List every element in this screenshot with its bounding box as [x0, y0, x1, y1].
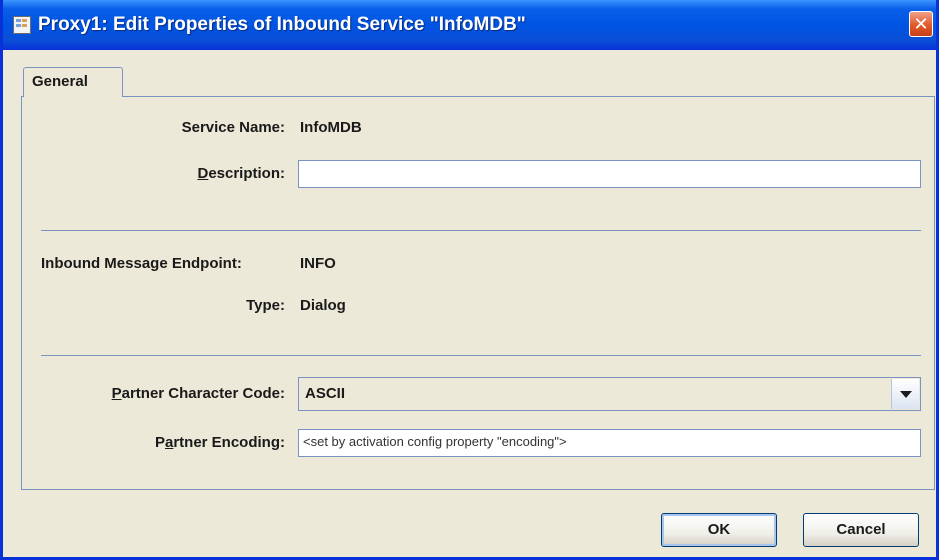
app-window-icon: [13, 16, 31, 34]
close-icon[interactable]: ✕: [909, 11, 933, 37]
partner-character-code-label: Partner Character Code:: [111, 385, 285, 402]
partner-character-code-value: ASCII: [305, 385, 346, 402]
service-name-label: Service Name:: [181, 119, 285, 136]
dropdown-arrow-icon[interactable]: [891, 379, 919, 409]
endpoint-value: INFO: [300, 255, 336, 272]
cancel-button[interactable]: Cancel: [803, 513, 919, 547]
endpoint-label: Inbound Message Endpoint:: [41, 255, 242, 272]
dialog-window: Proxy1: Edit Properties of Inbound Servi…: [0, 0, 939, 560]
partner-encoding-input[interactable]: <set by activation config property "enco…: [298, 429, 921, 457]
window-title: Proxy1: Edit Properties of Inbound Servi…: [38, 14, 526, 35]
title-bar[interactable]: Proxy1: Edit Properties of Inbound Servi…: [3, 0, 936, 50]
type-value: Dialog: [300, 297, 346, 314]
service-name-value: InfoMDB: [300, 119, 362, 136]
ok-button[interactable]: OK: [661, 513, 777, 547]
tab-general[interactable]: General: [23, 67, 123, 97]
partner-encoding-label: Partner Encoding:: [154, 434, 285, 451]
description-label: Description:: [197, 165, 285, 182]
type-label: Type:: [246, 297, 285, 314]
separator-2: [41, 355, 921, 356]
separator-1: [41, 230, 921, 231]
partner-character-code-select[interactable]: ASCII: [298, 377, 921, 411]
description-input[interactable]: [298, 160, 921, 188]
